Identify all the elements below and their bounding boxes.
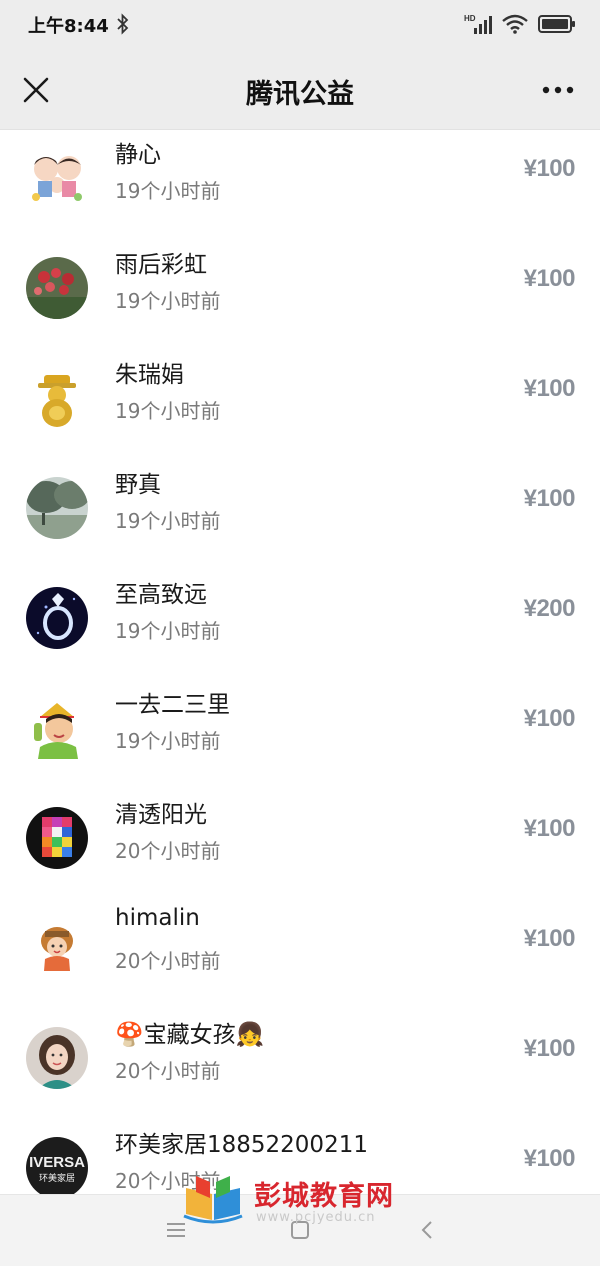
battery-icon	[538, 15, 575, 33]
donation-time: 20个小时前	[115, 839, 221, 863]
donation-time: 19个小时前	[115, 179, 221, 203]
donor-name: 静心	[115, 142, 161, 168]
donation-amount: ¥100	[523, 485, 576, 512]
list-item[interactable]: 雨后彩虹 19个小时前 ¥100	[0, 241, 600, 351]
donation-time: 19个小时前	[115, 399, 221, 423]
donation-amount: ¥100	[523, 265, 576, 292]
signal-icon: HD	[464, 14, 492, 34]
color-blocks-avatar	[26, 807, 88, 869]
donor-list: 静心 19个小时前 ¥100 雨后彩虹 19个小时前 ¥100 朱瑞娟 19个小…	[0, 131, 600, 1194]
donation-time: 19个小时前	[115, 509, 221, 533]
list-item[interactable]: 野真 19个小时前 ¥100	[0, 461, 600, 571]
donor-name: 环美家居18852200211	[115, 1132, 368, 1158]
watermark-text: 彭城教育网	[254, 1181, 394, 1212]
donation-amount: ¥100	[523, 925, 576, 952]
title-bar: 腾讯公益	[0, 50, 600, 130]
cartoon-girl-avatar	[26, 917, 88, 979]
roses-photo-avatar	[26, 257, 88, 319]
donation-amount: ¥200	[523, 595, 576, 622]
cartoon-man-avatar	[26, 697, 88, 759]
park-photo-avatar	[26, 477, 88, 539]
list-item[interactable]: 🍄宝藏女孩👧 20个小时前 ¥100	[0, 1011, 600, 1121]
page-title: 腾讯公益	[246, 79, 354, 110]
network-badge: HD	[464, 14, 476, 23]
watermark-url: www.pcjyedu.cn	[256, 1210, 376, 1225]
donation-amount: ¥100	[523, 155, 576, 182]
donor-name: 至高致远	[115, 582, 207, 608]
list-item[interactable]: 朱瑞娟 19个小时前 ¥100	[0, 351, 600, 461]
donor-name: himalin	[115, 905, 200, 931]
donation-amount: ¥100	[523, 815, 576, 842]
donation-amount: ¥100	[523, 1145, 576, 1172]
donation-amount: ¥100	[523, 705, 576, 732]
donor-name: 野真	[115, 472, 161, 498]
avatar-logo-text: IVERSA	[29, 1154, 85, 1171]
donation-amount: ¥100	[523, 1035, 576, 1062]
woman-photo-avatar	[26, 1027, 88, 1089]
list-item[interactable]: himalin 20个小时前 ¥100	[0, 901, 600, 1011]
couple-cartoon-avatar	[26, 143, 88, 205]
diamond-ring-avatar	[26, 587, 88, 649]
donation-time: 20个小时前	[115, 1059, 221, 1083]
donor-name: 清透阳光	[115, 802, 207, 828]
donor-name: 朱瑞娟	[115, 362, 184, 388]
donor-name: 🍄宝藏女孩👧	[115, 1022, 265, 1048]
universal-logo-avatar: IVERSA 环美家居	[26, 1137, 88, 1194]
donation-time: 19个小时前	[115, 289, 221, 313]
status-indicators: HD	[464, 12, 576, 36]
list-item[interactable]: 清透阳光 20个小时前 ¥100	[0, 791, 600, 901]
wifi-icon	[502, 14, 528, 34]
watermark: 彭城教育网 www.pcjyedu.cn	[182, 1170, 422, 1230]
bluetooth-icon	[117, 13, 129, 35]
donor-name: 一去二三里	[115, 692, 230, 718]
donation-time: 20个小时前	[115, 949, 221, 973]
list-item[interactable]: 一去二三里 19个小时前 ¥100	[0, 681, 600, 791]
golden-figurine-avatar	[26, 367, 88, 429]
list-item[interactable]: 静心 19个小时前 ¥100	[0, 131, 600, 241]
donation-time: 19个小时前	[115, 729, 221, 753]
donor-name: 雨后彩虹	[115, 252, 207, 278]
more-options-icon[interactable]	[538, 76, 578, 104]
status-bar: 上午8:44 HD	[0, 0, 600, 50]
donation-amount: ¥100	[523, 375, 576, 402]
status-time: 上午8:44	[28, 16, 109, 37]
list-item[interactable]: 至高致远 19个小时前 ¥200	[0, 571, 600, 681]
book-logo-icon	[183, 1176, 243, 1224]
avatar-logo-subtext: 环美家居	[39, 1172, 75, 1184]
donation-time: 19个小时前	[115, 619, 221, 643]
